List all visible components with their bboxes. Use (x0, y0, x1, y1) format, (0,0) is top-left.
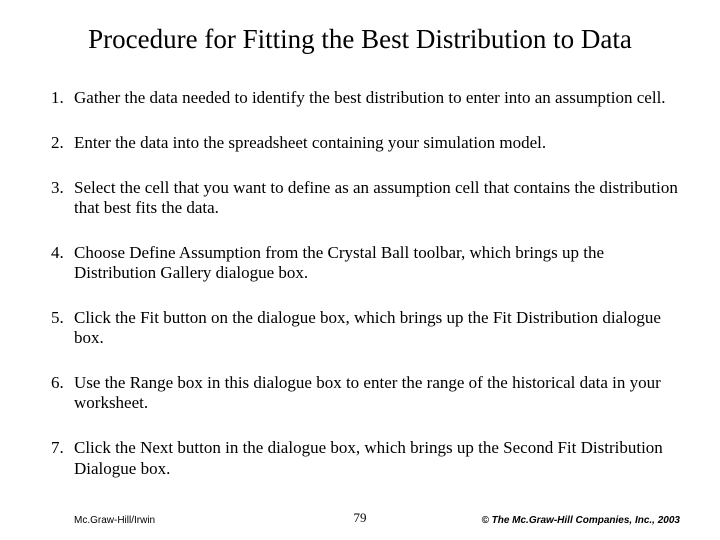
slide-footer: Mc.Graw-Hill/Irwin 79 © The Mc.Graw-Hill… (0, 506, 720, 526)
slide: Procedure for Fitting the Best Distribut… (0, 0, 720, 540)
list-item: Use the Range box in this dialogue box t… (68, 373, 680, 413)
list-item: Choose Define Assumption from the Crysta… (68, 243, 680, 283)
list-item: Select the cell that you want to define … (68, 178, 680, 218)
slide-title: Procedure for Fitting the Best Distribut… (0, 24, 720, 55)
list-item: Enter the data into the spreadsheet cont… (68, 133, 680, 153)
slide-body: Gather the data needed to identify the b… (40, 88, 680, 504)
list-item: Gather the data needed to identify the b… (68, 88, 680, 108)
list-item: Click the Fit button on the dialogue box… (68, 308, 680, 348)
list-item: Click the Next button in the dialogue bo… (68, 438, 680, 478)
footer-copyright: © The Mc.Graw-Hill Companies, Inc., 2003 (481, 515, 680, 526)
procedure-list: Gather the data needed to identify the b… (40, 88, 680, 479)
